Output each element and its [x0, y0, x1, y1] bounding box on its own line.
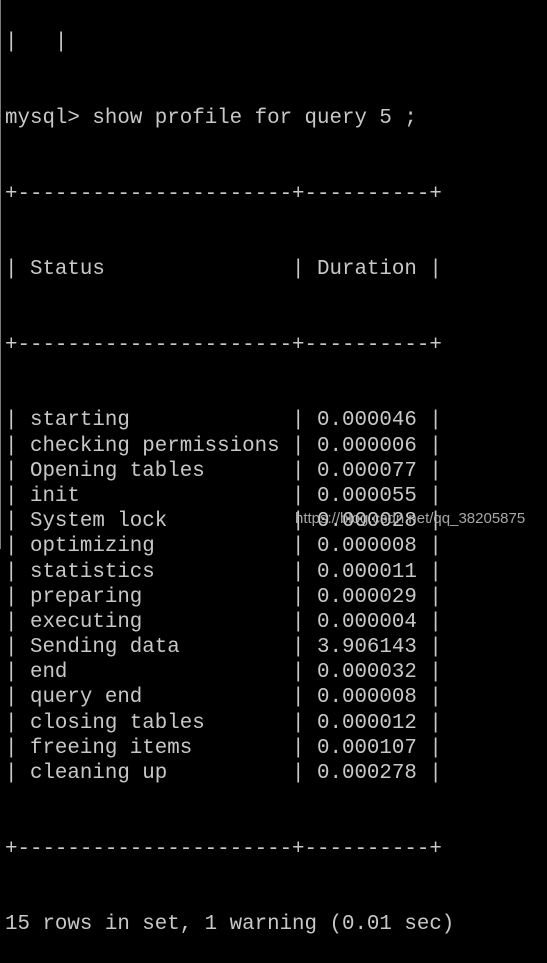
- prompt: mysql>: [5, 107, 80, 130]
- table-row: | Opening tables | 0.000077 |: [5, 459, 442, 483]
- window-left-border: [0, 0, 1, 549]
- table-row: | optimizing | 0.000008 |: [5, 535, 442, 559]
- table-row: | preparing | 0.000029 |: [5, 585, 442, 609]
- table-row: | end | 0.000032 |: [5, 661, 442, 685]
- table-row: | closing tables | 0.000012 |: [5, 711, 442, 735]
- table-row: | init | 0.000055 |: [5, 484, 442, 508]
- table-body: | starting | 0.000046 | | checking permis…: [5, 408, 454, 786]
- table-border-top: +----------------------+----------+: [5, 182, 442, 206]
- table-border-header: +----------------------+----------+: [5, 333, 442, 357]
- table-border-bottom: +----------------------+----------+: [5, 837, 442, 861]
- table-row: | cleaning up | 0.000278 |: [5, 762, 442, 785]
- table-row: | statistics | 0.000011 |: [5, 560, 442, 584]
- watermark-text: https://blog.csdn.net/qq_38205875: [295, 510, 526, 527]
- table-row: | Sending data | 3.906143 |: [5, 636, 442, 660]
- command-text: show profile for query 5 ;: [92, 107, 417, 130]
- result-summary: 15 rows in set, 1 warning (0.01 sec): [5, 913, 455, 937]
- table-row: | checking permissions | 0.000006 |: [5, 434, 442, 458]
- partial-previous-line: | |: [5, 31, 68, 55]
- terminal-output[interactable]: | | mysql> show profile for query 5 ; +-…: [5, 0, 454, 963]
- table-row: | starting | 0.000046 |: [5, 409, 442, 433]
- table-header-row: | Status | Duration |: [5, 258, 442, 282]
- command-line: mysql> show profile for query 5 ;: [5, 106, 454, 131]
- table-row: | query end | 0.000008 |: [5, 686, 442, 710]
- table-row: | executing | 0.000004 |: [5, 610, 442, 634]
- table-row: | freeing items | 0.000107 |: [5, 736, 442, 760]
